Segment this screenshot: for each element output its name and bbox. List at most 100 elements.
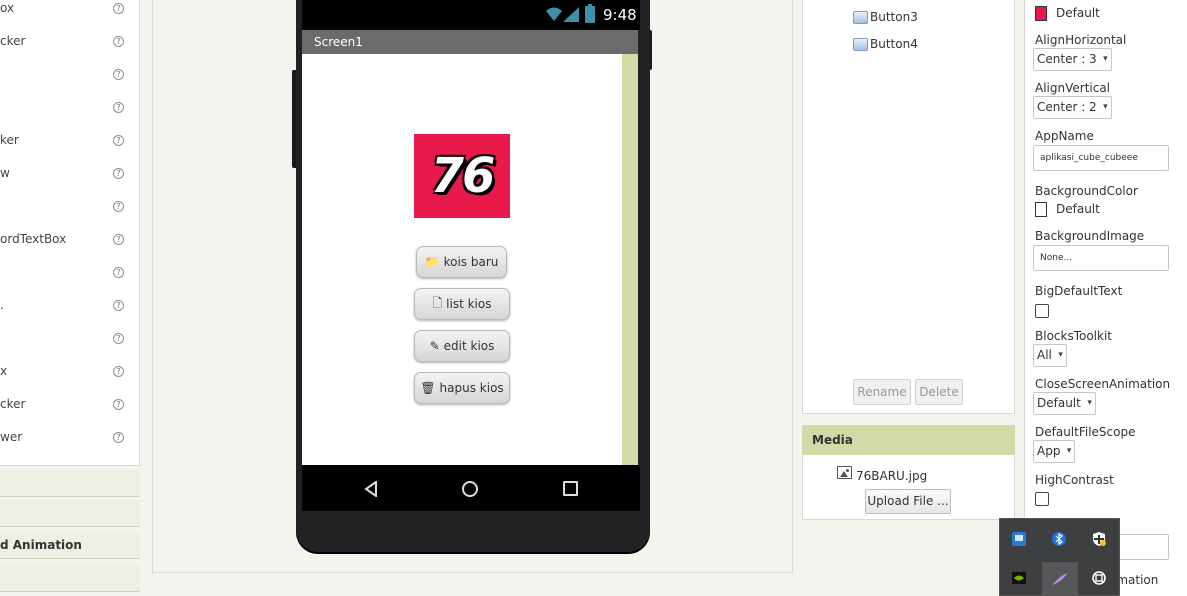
- app-button[interactable]: ✎ edit kios: [414, 330, 510, 362]
- help-icon[interactable]: ?: [113, 333, 124, 344]
- background-color-value[interactable]: Default: [1056, 202, 1100, 216]
- help-icon[interactable]: ?: [113, 267, 124, 278]
- bluetooth-icon[interactable]: [1050, 530, 1068, 548]
- security-icon[interactable]: [1090, 530, 1108, 548]
- help-icon[interactable]: ?: [113, 234, 124, 245]
- panel-divider: [140, 0, 144, 596]
- folder-icon: 📁: [424, 255, 440, 269]
- help-icon[interactable]: ?: [113, 102, 124, 113]
- component-tree-item[interactable]: Button3: [853, 9, 918, 25]
- palette-item[interactable]: ?: [0, 199, 140, 232]
- app-button[interactable]: 🗑 hapus kios: [414, 372, 510, 404]
- background-color-label: BackgroundColor: [1035, 184, 1138, 198]
- background-image-input[interactable]: None...: [1033, 245, 1169, 271]
- help-icon[interactable]: ?: [113, 432, 124, 443]
- screen-scrollbar[interactable]: [622, 54, 638, 465]
- palette-item[interactable]: ?: [0, 67, 140, 100]
- delete-button[interactable]: Delete: [915, 379, 963, 405]
- app-button[interactable]: 🗋 list kios: [414, 288, 510, 320]
- blocks-toolkit-dropdown[interactable]: All: [1033, 344, 1067, 367]
- close-screen-animation-dropdown[interactable]: Default: [1033, 392, 1096, 415]
- app-name-input[interactable]: aplikasi_cube_cubeee: [1033, 145, 1169, 171]
- palette-item[interactable]: ?: [0, 265, 140, 298]
- trash-icon: 🗑: [420, 381, 436, 395]
- palette-item[interactable]: x?: [0, 364, 140, 397]
- upload-file-button[interactable]: Upload File ...: [865, 489, 951, 514]
- palette-item-label: ordTextBox: [0, 232, 67, 246]
- accent-color-swatch[interactable]: [1035, 6, 1047, 21]
- palette-drawer[interactable]: [0, 500, 140, 527]
- palette-item[interactable]: wer?: [0, 430, 140, 463]
- logo-image[interactable]: 76: [414, 134, 510, 218]
- help-icon[interactable]: ?: [113, 3, 124, 14]
- help-icon[interactable]: ?: [113, 168, 124, 179]
- background-color-swatch[interactable]: [1035, 202, 1047, 217]
- help-icon[interactable]: ?: [113, 399, 124, 410]
- home-icon[interactable]: [462, 481, 478, 497]
- network-icon[interactable]: [1010, 530, 1028, 548]
- button-component-icon: [853, 37, 868, 51]
- palette-item-label: cker: [0, 397, 26, 411]
- align-vertical-dropdown[interactable]: Center : 2: [1033, 96, 1112, 119]
- palette-item-label: wer: [0, 430, 23, 444]
- help-icon[interactable]: ?: [113, 300, 124, 311]
- rename-button[interactable]: Rename: [853, 379, 911, 405]
- app-name-label: AppName: [1035, 129, 1094, 143]
- sync-icon[interactable]: [1090, 569, 1108, 587]
- app-button-label: kois baru: [443, 255, 499, 269]
- default-file-scope-dropdown[interactable]: App: [1033, 440, 1076, 463]
- palette-item[interactable]: ker?: [0, 133, 140, 166]
- battery-icon: [585, 4, 595, 23]
- help-icon[interactable]: ?: [113, 366, 124, 377]
- close-screen-animation-label: CloseScreenAnimation: [1035, 377, 1171, 391]
- nvidia-icon[interactable]: [1010, 569, 1028, 587]
- palette-item[interactable]: .?: [0, 298, 140, 331]
- component-tree-item[interactable]: Button4: [853, 36, 918, 52]
- app-button-label: list kios: [446, 297, 492, 311]
- wifi-icon: [546, 7, 562, 21]
- palette-drawer[interactable]: [0, 565, 140, 592]
- blocks-toolkit-label: BlocksToolkit: [1035, 329, 1113, 343]
- help-icon[interactable]: ?: [113, 69, 124, 80]
- feather-icon[interactable]: [1042, 562, 1078, 596]
- app-button-label: hapus kios: [439, 381, 504, 395]
- high-contrast-label: HighContrast: [1035, 473, 1114, 487]
- align-vertical-label: AlignVertical: [1035, 81, 1111, 95]
- default-file-scope-label: DefaultFileScope: [1035, 425, 1136, 439]
- palette-item[interactable]: ?: [0, 331, 140, 364]
- palette-item[interactable]: cker?: [0, 397, 140, 430]
- palette-item-label: x: [0, 364, 8, 378]
- palette-drawer[interactable]: d Animation: [0, 532, 140, 559]
- back-icon[interactable]: [364, 481, 378, 497]
- palette-item[interactable]: w?: [0, 166, 140, 199]
- palette-item[interactable]: ?: [0, 100, 140, 133]
- align-horizontal-dropdown[interactable]: Center : 3: [1033, 48, 1112, 71]
- pencil-icon: ✎: [429, 339, 440, 353]
- big-default-text-checkbox[interactable]: [1035, 304, 1049, 318]
- app-button-label: edit kios: [443, 339, 495, 353]
- high-contrast-checkbox[interactable]: [1035, 492, 1049, 506]
- logo-text: 76: [430, 148, 496, 204]
- accent-color-value[interactable]: Default: [1056, 6, 1100, 20]
- recent-apps-icon[interactable]: [563, 481, 578, 496]
- help-icon[interactable]: ?: [113, 201, 124, 212]
- palette-item[interactable]: ox?: [0, 1, 140, 34]
- palette-item[interactable]: cker?: [0, 34, 140, 67]
- app-button[interactable]: 📁 kois baru: [416, 246, 507, 278]
- align-horizontal-label: AlignHorizontal: [1035, 33, 1127, 47]
- image-icon: [837, 466, 852, 479]
- components-panel: [802, 0, 1015, 414]
- help-icon[interactable]: ?: [113, 135, 124, 146]
- palette-drawer[interactable]: [0, 470, 140, 497]
- media-header: Media: [802, 425, 1015, 455]
- background-image-label: BackgroundImage: [1035, 229, 1145, 243]
- screen-title-bar: Screen1: [302, 30, 638, 54]
- big-default-text-label: BigDefaultText: [1035, 284, 1123, 298]
- document-icon: 🗋: [432, 295, 443, 310]
- screen-title: Screen1: [314, 35, 363, 49]
- media-file-name[interactable]: 76BARU.jpg: [856, 469, 927, 483]
- signal-icon: [563, 7, 579, 22]
- help-icon[interactable]: ?: [113, 36, 124, 47]
- palette-item[interactable]: ordTextBox?: [0, 232, 140, 265]
- component-label: Button4: [870, 37, 918, 51]
